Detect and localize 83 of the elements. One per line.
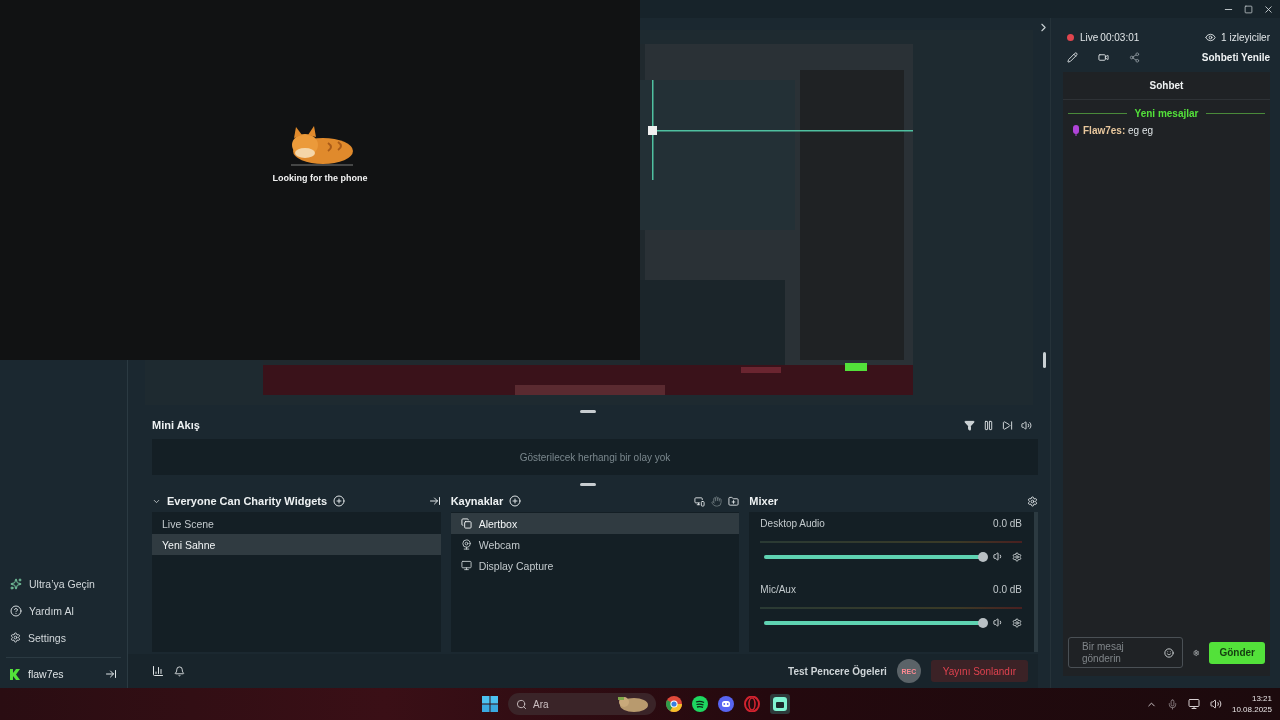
webcam-icon [460,539,472,550]
panel-title: Mini Akış [152,419,200,431]
clock[interactable]: 13:21 10.08.2025 [1231,693,1272,715]
volume-icon[interactable] [993,617,1004,628]
chat-message: Flaw7es: eg eg [1083,125,1154,136]
devices-icon[interactable] [694,495,706,507]
channel-reading: 0.0 dB [993,518,1022,529]
help-icon [10,604,22,617]
mic-icon[interactable] [1166,698,1178,710]
new-messages-label: Yeni mesajlar [1134,108,1199,119]
live-label: Live [1080,31,1099,43]
settings-icon [10,632,21,643]
eye-icon [1205,31,1217,43]
bell-icon[interactable] [174,665,185,677]
chart-icon[interactable] [152,665,164,677]
settings-icon[interactable] [1027,495,1038,507]
test-widgets-label[interactable]: Test Pencere Ögeleri [788,665,887,677]
panel-title: Everyone Can Charity Widgets [167,495,328,507]
search-icon [516,698,527,710]
channel-reading: 0.0 dB [993,584,1022,595]
resize-handle[interactable] [580,410,596,413]
sidebar-item[interactable]: Ultra’ya Geçin [0,570,127,597]
mic-badge-icon [1073,125,1079,136]
display-icon[interactable] [1187,698,1200,710]
pencil-icon[interactable] [1067,51,1078,63]
volume-icon[interactable] [993,551,1004,562]
message-input[interactable]: Bir mesaj gönderin [1082,639,1160,666]
share-icon[interactable] [1129,51,1140,63]
taskbar-search[interactable]: Ara [508,693,656,715]
user-name: flaw7es [28,668,64,680]
volume-slider[interactable] [764,554,985,559]
close-icon[interactable] [1263,3,1274,15]
settings-icon[interactable] [1012,617,1022,628]
sparkle-icon [10,577,22,590]
scene-item[interactable]: Yeni Sahne [152,534,441,555]
scene-item[interactable]: Live Scene [152,513,441,534]
panel-title: Kaynaklar [450,495,504,507]
end-stream-button[interactable]: Yayını Sonlandır [930,660,1028,682]
filter-icon[interactable] [964,419,975,431]
volume-slider[interactable] [764,620,985,625]
emoji-icon [1164,647,1174,658]
viewer-count: 1 izleyiciler [1221,31,1270,43]
source-item[interactable]: Display Capture [450,555,740,576]
folder-add-icon[interactable] [728,495,740,507]
popup-caption: Looking for the phone [272,173,368,183]
channel-name: Desktop Audio [760,518,825,529]
browser-ring-icon[interactable] [744,696,760,712]
refresh-chat-link[interactable]: Sohbeti Yenile [1201,51,1270,63]
video-icon[interactable] [1098,51,1109,63]
panel-title: Mixer [749,495,779,507]
channel-name: Mic/Aux [760,584,796,595]
sidebar-item[interactable]: Yardım Al [0,597,127,624]
source-item[interactable]: Webcam [450,534,740,555]
message-box[interactable]: Bir mesaj gönderin [1068,637,1183,668]
sidebar-item[interactable]: Settings [0,624,127,651]
pause-icon[interactable] [983,419,994,431]
scroll-handle[interactable] [1043,352,1046,368]
skip-icon[interactable] [1002,419,1013,431]
hand-icon[interactable] [711,495,723,507]
expand-icon[interactable] [428,495,441,507]
windows-logo-icon[interactable] [482,696,498,712]
volume-icon[interactable] [1021,419,1032,431]
settings-icon[interactable] [1193,647,1200,658]
monitor-icon [460,560,472,571]
chat-title: Sohbet [1149,80,1184,91]
send-button[interactable]: Gönder [1209,641,1265,664]
logout-icon[interactable] [105,668,117,680]
logo-icon [10,668,20,680]
live-timer: 00:03:01 [1100,31,1140,43]
settings-icon[interactable] [1012,551,1022,562]
add-icon[interactable] [333,495,346,507]
add-icon[interactable] [509,495,522,507]
music-app-icon[interactable] [692,696,708,712]
source-item[interactable]: Alertbox [450,513,740,534]
live-dot-icon [1067,33,1074,41]
speaker-icon[interactable] [1209,698,1222,710]
maximize-icon[interactable] [1244,4,1253,14]
chat-app-icon[interactable] [718,696,734,712]
copy-icon [460,518,472,529]
browser-icon[interactable] [666,696,682,712]
streaming-app-icon[interactable] [770,694,790,714]
empty-message: Gösterilecek herhangi bir olay yok [519,451,671,463]
resize-handle[interactable] [580,483,596,486]
